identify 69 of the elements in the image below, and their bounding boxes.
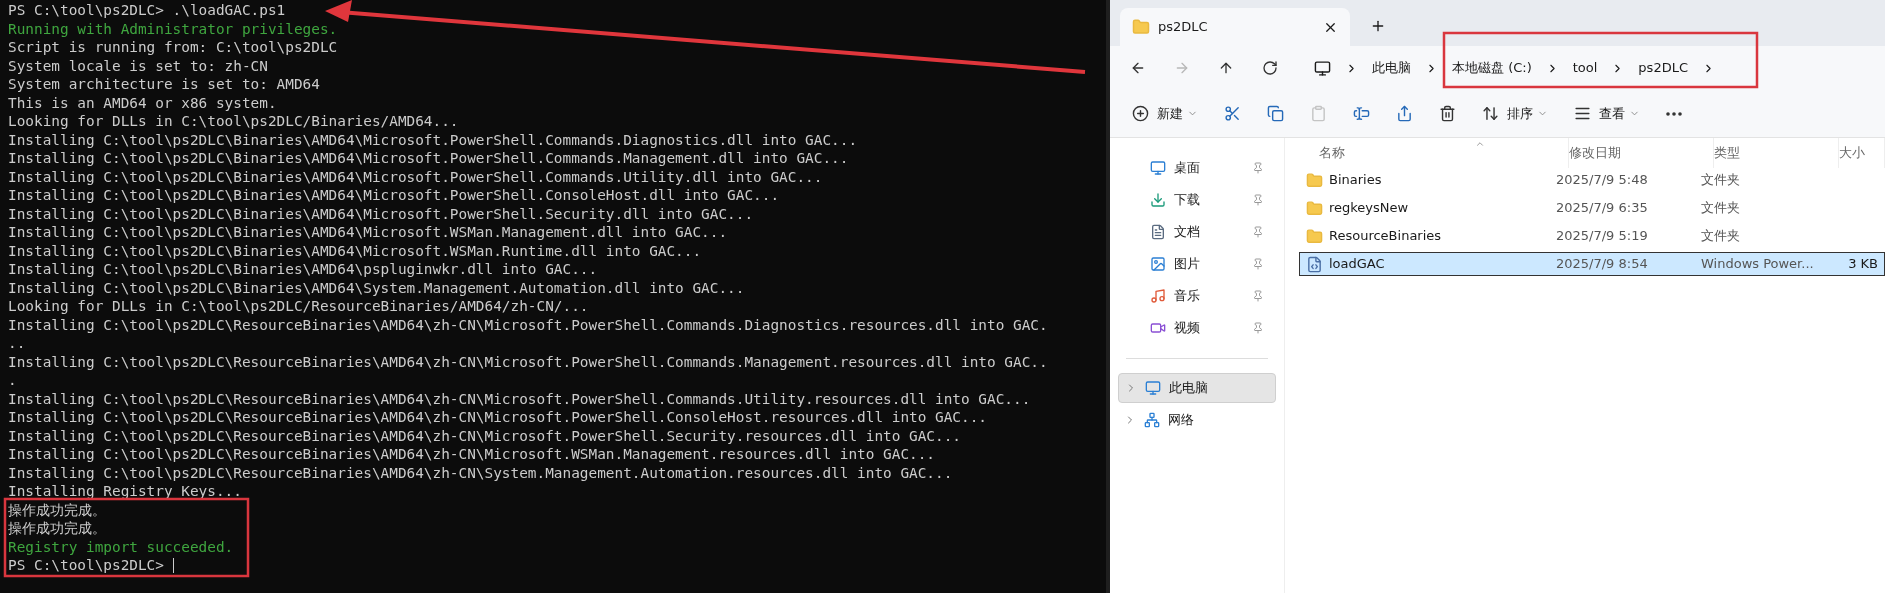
modified-date: 2025/7/9 8:54 <box>1556 255 1649 274</box>
file-name: loadGAC <box>1329 255 1385 274</box>
terminal-line: Registry import succeeded. <box>8 537 234 556</box>
terminal-line: Installing C:\tool\ps2DLC\Binaries\AMD64\System.Management.Automation.dll into GAC... <box>8 278 745 297</box>
toolbar-button[interactable]: 排序 <box>1482 103 1548 124</box>
file-type: 文件夹 <box>1701 227 1741 246</box>
terminal-line: PS C:\tool\ps2DLC> .\loadGAC.ps1 <box>8 1 286 20</box>
breadcrumb-item[interactable]: 本地磁盘 (C:) <box>1452 58 1532 78</box>
terminal-line: Script is running from: C:\tool\ps2DLC <box>8 38 338 57</box>
terminal-line: 操作成功完成。 <box>8 500 106 519</box>
nav-item[interactable]: 图片 <box>1110 248 1284 280</box>
nav-item[interactable]: 音乐 <box>1110 280 1284 312</box>
terminal-line: Installing C:\tool\ps2DLC\ResourceBinaries\AMD64\zh-CN\Microsoft.WSMan.Management.resources.dll into GAC... <box>8 445 936 464</box>
toolbar-button[interactable]: 新建 <box>1132 103 1198 124</box>
file-row[interactable]: ResourceBinaries 2025/7/9 5:19 文件夹 <box>1299 224 1885 248</box>
terminal-line: Installing C:\tool\ps2DLC\Binaries\AMD64\pspluginwkr.dll into GAC... <box>8 260 598 279</box>
breadcrumb-item[interactable]: ps2DLC <box>1638 58 1688 78</box>
file-row[interactable]: regkeysNew 2025/7/9 6:35 文件夹 <box>1299 196 1885 220</box>
terminal-line: Installing C:\tool\ps2DLC\ResourceBinaries\AMD64\zh-CN\Microsoft.PowerShell.ConsoleHost.resources.dll into GAC... <box>8 408 988 427</box>
terminal-line: . <box>8 371 17 390</box>
breadcrumb-item[interactable]: 此电脑 <box>1372 58 1411 78</box>
terminal-line: Installing C:\tool\ps2DLC\Binaries\AMD64\Microsoft.WSMan.Runtime.dll into GAC... <box>8 241 702 260</box>
file-name: ResourceBinaries <box>1329 227 1442 246</box>
column-header[interactable]: 名称 <box>1319 138 1569 168</box>
terminal-line: This is an AMD64 or x86 system. <box>8 93 277 112</box>
terminal-line: Installing C:\tool\ps2DLC\Binaries\AMD64\Microsoft.PowerShell.Security.dll into GAC... <box>8 204 754 223</box>
nav-item[interactable]: 下载 <box>1110 184 1284 216</box>
breadcrumb-item[interactable]: tool <box>1572 58 1598 78</box>
terminal-line: Running with Administrator privileges. <box>8 19 338 38</box>
terminal-line: Installing C:\tool\ps2DLC\ResourceBinaries\AMD64\zh-CN\Microsoft.PowerShell.Commands.Diagnostics.resources.dll into GAC. <box>8 315 1048 334</box>
nav-item[interactable]: 桌面 <box>1110 152 1284 184</box>
terminal-line: Installing C:\tool\ps2DLC\ResourceBinaries\AMD64\zh-CN\Microsoft.PowerShell.Security.resources.dll into GAC... <box>8 426 962 445</box>
file-row[interactable]: loadGAC 2025/7/9 8:54 Windows Power... 3 KB <box>1299 252 1885 276</box>
terminal-line: Installing C:\tool\ps2DLC\Binaries\AMD64\Microsoft.PowerShell.Commands.Utility.dll into GAC... <box>8 167 823 186</box>
terminal-line: 操作成功完成。 <box>8 519 106 538</box>
terminal-line: System architecture is set to: AMD64 <box>8 75 320 94</box>
nav-item[interactable]: 视频 <box>1110 312 1284 344</box>
terminal-line: Installing C:\tool\ps2DLC\ResourceBinaries\AMD64\zh-CN\System.Management.Automation.resources.dll into GAC... <box>8 463 953 482</box>
file-name: Binaries <box>1329 171 1382 190</box>
tab-title: ps2DLC <box>1158 18 1209 37</box>
terminal-line: Looking for DLLs in C:\tool\ps2DLC/Binaries/AMD64... <box>8 112 459 131</box>
modified-date: 2025/7/9 5:19 <box>1556 227 1649 246</box>
column-header[interactable]: 修改日期 <box>1569 138 1714 168</box>
modified-date: 2025/7/9 6:35 <box>1556 199 1649 218</box>
file-type: 文件夹 <box>1701 199 1741 218</box>
terminal-line: Installing C:\tool\ps2DLC\Binaries\AMD64\Microsoft.PowerShell.Commands.Management.dll into GAC... <box>8 149 849 168</box>
terminal-line: Installing C:\tool\ps2DLC\Binaries\AMD64\Microsoft.PowerShell.ConsoleHost.dll into GAC... <box>8 186 780 205</box>
terminal-line: Installing C:\tool\ps2DLC\Binaries\AMD64\Microsoft.WSMan.Management.dll into GAC... <box>8 223 728 242</box>
terminal-line: Installing C:\tool\ps2DLC\ResourceBinaries\AMD64\zh-CN\Microsoft.PowerShell.Commands.Management.resources.dll into GAC.. <box>8 352 1048 371</box>
nav-tree-item[interactable]: 此电脑 <box>1118 373 1276 403</box>
nav-tree-item[interactable]: 网络 <box>1118 405 1276 435</box>
terminal-line: System locale is set to: zh-CN <box>8 56 268 75</box>
nav-item[interactable]: 文档 <box>1110 216 1284 248</box>
terminal-line: PS C:\tool\ps2DLC> <box>8 556 164 575</box>
file-row[interactable]: Binaries 2025/7/9 5:48 文件夹 <box>1299 168 1885 192</box>
toolbar-button[interactable]: 查看 <box>1574 103 1640 124</box>
column-header[interactable]: 类型 <box>1714 138 1839 168</box>
terminal-line: Installing C:\tool\ps2DLC\ResourceBinaries\AMD64\zh-CN\Microsoft.PowerShell.Commands.Utility.resources.dll into GAC... <box>8 389 1031 408</box>
modified-date: 2025/7/9 5:48 <box>1556 171 1649 190</box>
file-type: Windows Power... <box>1701 255 1815 274</box>
column-header[interactable]: 大小 <box>1839 138 1885 168</box>
file-type: 文件夹 <box>1701 171 1741 190</box>
file-size: 3 KB <box>1847 255 1879 274</box>
terminal-line: Looking for DLLs in C:\tool\ps2DLC/ResourceBinaries/AMD64/zh-CN/... <box>8 297 589 316</box>
tab[interactable]: ps2DLC <box>1120 8 1350 46</box>
terminal-line: .. <box>8 334 26 353</box>
terminal-line: Installing Registry Keys... <box>8 482 242 501</box>
file-name: regkeysNew <box>1329 199 1409 218</box>
terminal-line: Installing C:\tool\ps2DLC\Binaries\AMD64\Microsoft.PowerShell.Commands.Diagnostics.dll into GAC... <box>8 130 858 149</box>
